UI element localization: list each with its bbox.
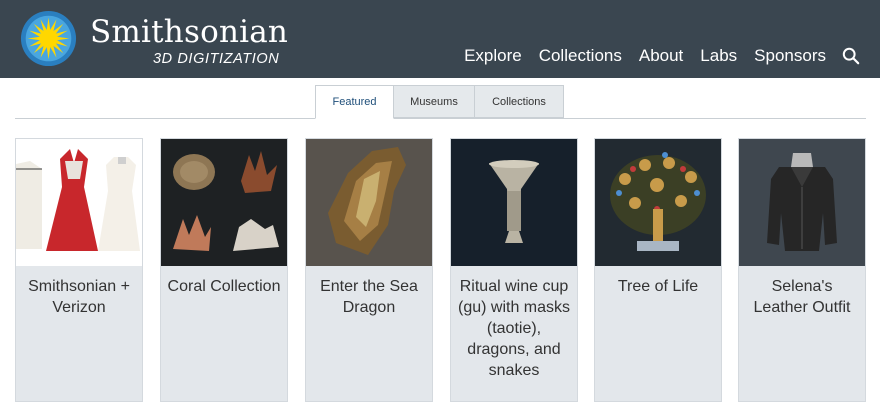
coral-thumbnail	[161, 139, 287, 266]
card-title: Smithsonian + Verizon	[28, 278, 130, 316]
costumes-thumbnail	[16, 139, 142, 266]
nav-sponsors[interactable]: Sponsors	[754, 46, 826, 66]
wine-cup-thumbnail	[451, 139, 577, 266]
card-smithsonian-verizon[interactable]: Smithsonian + Verizon	[15, 138, 143, 402]
sea-dragon-thumbnail	[306, 139, 432, 266]
tree-of-life-thumbnail	[595, 139, 721, 266]
main-nav: Explore Collections About Labs Sponsors	[447, 46, 860, 66]
card-title: Ritual wine cup (gu) with masks (taotie)…	[457, 278, 571, 379]
card-title: Selena's Leather Outfit	[753, 278, 851, 316]
card-title: Coral Collection	[167, 278, 281, 295]
brand-subtitle: 3D DIGITIZATION	[153, 51, 280, 67]
tab-museums[interactable]: Museums	[393, 85, 475, 118]
smithsonian-sun-logo-icon[interactable]	[20, 10, 77, 67]
card-sea-dragon[interactable]: Enter the Sea Dragon	[305, 138, 433, 402]
nav-collections[interactable]: Collections	[539, 46, 622, 66]
card-tree-of-life[interactable]: Tree of Life	[594, 138, 722, 402]
tab-collections[interactable]: Collections	[474, 85, 564, 118]
brand-title[interactable]: Smithsonian	[90, 14, 288, 50]
card-coral-collection[interactable]: Coral Collection	[160, 138, 288, 402]
tab-featured[interactable]: Featured	[315, 85, 394, 119]
card-title: Enter the Sea Dragon	[320, 278, 418, 316]
card-title: Tree of Life	[617, 278, 699, 295]
card-selena-leather-outfit[interactable]: Selena's Leather Outfit	[738, 138, 866, 402]
site-header: Smithsonian 3D DIGITIZATION Explore Coll…	[0, 0, 880, 78]
nav-explore[interactable]: Explore	[464, 46, 522, 66]
collection-tabs: Featured Museums Collections	[315, 85, 564, 119]
nav-about[interactable]: About	[639, 46, 683, 66]
nav-labs[interactable]: Labs	[700, 46, 737, 66]
leather-jacket-thumbnail	[739, 139, 865, 266]
search-icon[interactable]	[842, 47, 860, 65]
card-ritual-wine-cup[interactable]: Ritual wine cup (gu) with masks (taotie)…	[450, 138, 578, 402]
